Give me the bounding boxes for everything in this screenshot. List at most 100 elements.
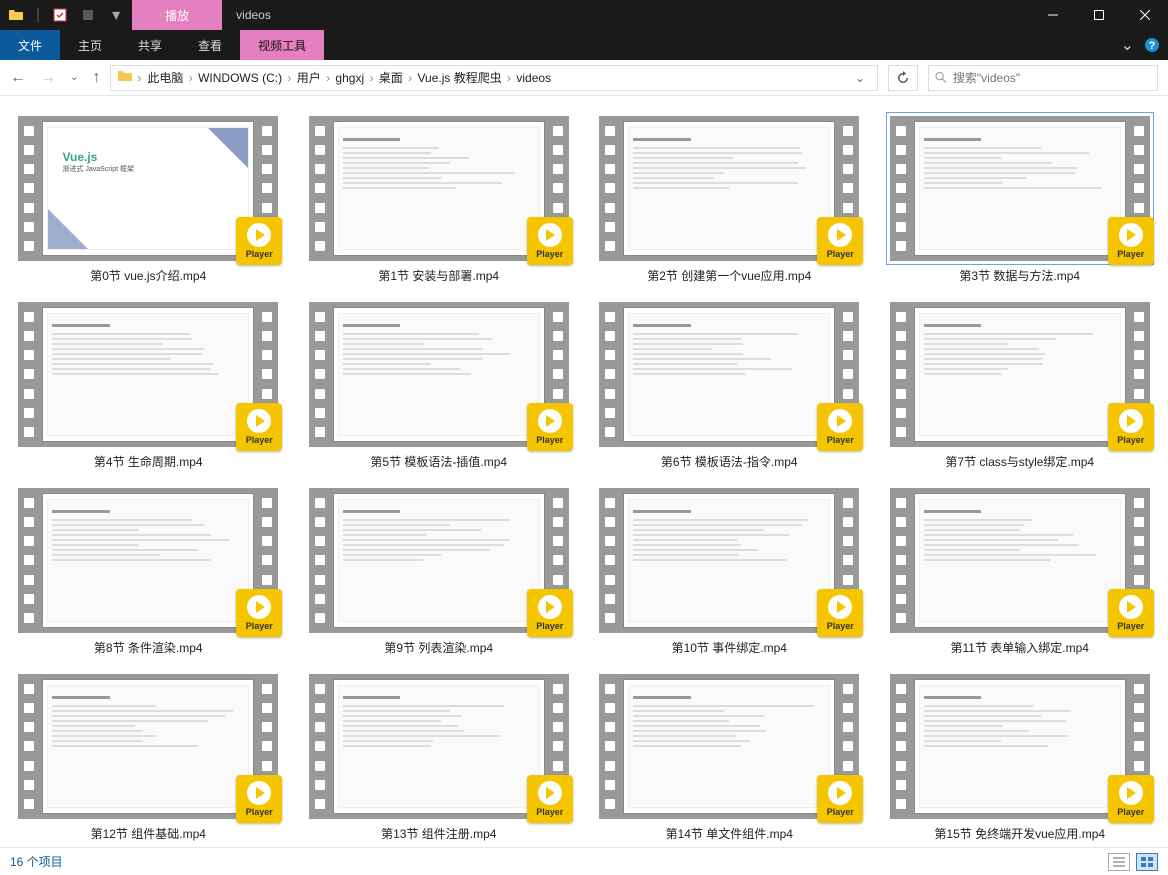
file-item[interactable]: Player第13节 组件注册.mp4 (309, 674, 570, 842)
minimize-button[interactable] (1030, 0, 1076, 30)
details-view-button[interactable] (1108, 853, 1130, 871)
back-button[interactable]: ← (10, 69, 26, 87)
player-badge-icon: Player (1108, 217, 1154, 265)
video-thumbnail[interactable]: Player (309, 302, 569, 447)
breadcrumb-item[interactable]: videos (514, 71, 553, 85)
breadcrumb-item[interactable]: Vue.js 教程爬虫 (415, 71, 503, 85)
breadcrumb-item[interactable]: 用户 (295, 71, 323, 85)
chevron-right-icon[interactable]: › (405, 71, 416, 85)
video-thumbnail[interactable]: Vue.js渐进式 JavaScript 框架Player (18, 116, 278, 261)
up-button[interactable]: ↑ (92, 69, 100, 87)
separator: | (36, 6, 40, 24)
video-thumbnail[interactable]: Player (599, 674, 859, 819)
folder-icon[interactable] (8, 7, 24, 23)
file-item[interactable]: Player第8节 条件渲染.mp4 (18, 488, 279, 656)
player-badge-icon: Player (236, 403, 282, 451)
file-name-label: 第7节 class与style绑定.mp4 (945, 453, 1094, 470)
window-controls (1030, 0, 1168, 30)
title-center: 播放 videos (132, 0, 285, 30)
tab-home[interactable]: 主页 (60, 30, 120, 60)
video-thumbnail[interactable]: Player (599, 302, 859, 447)
chevron-right-icon[interactable]: › (504, 71, 515, 85)
chevron-right-icon[interactable]: › (366, 71, 377, 85)
file-item[interactable]: Player第3节 数据与方法.mp4 (890, 116, 1151, 284)
file-item[interactable]: Vue.js渐进式 JavaScript 框架Player 第0节 vue.js介… (18, 116, 279, 284)
refresh-button[interactable] (888, 65, 918, 91)
file-name-label: 第6节 模板语法-指令.mp4 (661, 453, 798, 470)
forward-button[interactable]: → (40, 69, 56, 87)
file-name-label: 第0节 vue.js介绍.mp4 (90, 267, 206, 284)
player-badge-icon: Player (236, 589, 282, 637)
pin-icon[interactable] (80, 7, 96, 23)
tab-share[interactable]: 共享 (120, 30, 180, 60)
video-thumbnail[interactable]: Player (18, 674, 278, 819)
breadcrumb-item[interactable]: ghgxj (333, 71, 366, 85)
file-item[interactable]: Player 第5节 模板语法-插值.mp4 (309, 302, 570, 470)
svg-text:?: ? (1149, 40, 1156, 52)
video-thumbnail[interactable]: Player (309, 674, 569, 819)
title-bar: | ▾ 播放 videos (0, 0, 1168, 30)
breadcrumb[interactable]: › 此电脑 › WINDOWS (C:) › 用户 › ghgxj › 桌面 ›… (110, 65, 878, 91)
expand-icon[interactable]: ▾ (108, 7, 124, 23)
file-item[interactable]: Player第9节 列表渲染.mp4 (309, 488, 570, 656)
chevron-right-icon[interactable]: › (284, 71, 295, 85)
player-badge-icon: Player (817, 217, 863, 265)
file-name-label: 第12节 组件基础.mp4 (91, 825, 206, 842)
video-thumbnail[interactable]: Player (309, 116, 569, 261)
ribbon-expand-icon[interactable]: ⌄ (1121, 35, 1134, 55)
history-dropdown-icon[interactable]: ⌄ (70, 72, 78, 83)
quick-access-toolbar: | ▾ (0, 0, 132, 30)
window-title: videos (222, 0, 285, 30)
video-thumbnail[interactable]: Player (890, 488, 1150, 633)
breadcrumb-item[interactable]: 桌面 (377, 71, 405, 85)
player-badge-icon: Player (527, 217, 573, 265)
player-badge-icon: Player (817, 589, 863, 637)
search-icon (935, 71, 947, 84)
chevron-right-icon[interactable]: › (323, 71, 334, 85)
file-name-label: 第11节 表单输入绑定.mp4 (951, 639, 1089, 656)
file-name-label: 第14节 单文件组件.mp4 (666, 825, 793, 842)
player-badge-icon: Player (236, 775, 282, 823)
file-item[interactable]: Player第1节 安装与部署.mp4 (309, 116, 570, 284)
chevron-right-icon[interactable]: › (185, 71, 196, 85)
player-badge-icon: Player (236, 217, 282, 265)
video-thumbnail[interactable]: Player (890, 302, 1150, 447)
properties-icon[interactable] (52, 7, 68, 23)
video-thumbnail[interactable]: Player (890, 116, 1150, 261)
breadcrumb-item[interactable]: WINDOWS (C:) (196, 71, 284, 85)
file-item[interactable]: Player 第2节 创建第一个vue应用.mp4 (599, 116, 860, 284)
file-item[interactable]: Player第10节 事件绑定.mp4 (599, 488, 860, 656)
breadcrumb-item[interactable]: 此电脑 (145, 71, 185, 85)
file-item[interactable]: Player 第12节 组件基础.mp4 (18, 674, 279, 842)
chevron-down-icon[interactable]: ⌄ (849, 71, 871, 85)
tab-view[interactable]: 查看 (180, 30, 240, 60)
file-name-label: 第2节 创建第一个vue应用.mp4 (647, 267, 811, 284)
file-name-label: 第5节 模板语法-插值.mp4 (370, 453, 507, 470)
file-item[interactable]: Player第15节 免终端开发vue应用.mp4 (890, 674, 1151, 842)
help-icon[interactable]: ? (1144, 37, 1160, 53)
search-box[interactable] (928, 65, 1158, 91)
file-item[interactable]: Player 第6节 模板语法-指令.mp4 (599, 302, 860, 470)
player-badge-icon: Player (1108, 775, 1154, 823)
file-item[interactable]: Player 第14节 单文件组件.mp4 (599, 674, 860, 842)
search-input[interactable] (953, 71, 1151, 85)
status-bar: 16 个项目 (0, 847, 1168, 875)
tab-video-tools[interactable]: 视频工具 (240, 30, 324, 60)
maximize-button[interactable] (1076, 0, 1122, 30)
player-badge-icon: Player (817, 775, 863, 823)
video-thumbnail[interactable]: Player (890, 674, 1150, 819)
chevron-right-icon[interactable]: › (137, 71, 141, 85)
video-thumbnail[interactable]: Player (309, 488, 569, 633)
navigation-row: ← → ⌄ ↑ › 此电脑 › WINDOWS (C:) › 用户 › ghgx… (0, 60, 1168, 96)
close-button[interactable] (1122, 0, 1168, 30)
file-item[interactable]: Player 第7节 class与style绑定.mp4 (890, 302, 1151, 470)
tab-file[interactable]: 文件 (0, 30, 60, 60)
video-thumbnail[interactable]: Player (18, 302, 278, 447)
video-thumbnail[interactable]: Player (18, 488, 278, 633)
video-thumbnail[interactable]: Player (599, 488, 859, 633)
file-item[interactable]: Player第4节 生命周期.mp4 (18, 302, 279, 470)
video-thumbnail[interactable]: Player (599, 116, 859, 261)
thumbnails-view-button[interactable] (1136, 853, 1158, 871)
file-item[interactable]: Player 第11节 表单输入绑定.mp4 (890, 488, 1151, 656)
player-badge-icon: Player (527, 775, 573, 823)
